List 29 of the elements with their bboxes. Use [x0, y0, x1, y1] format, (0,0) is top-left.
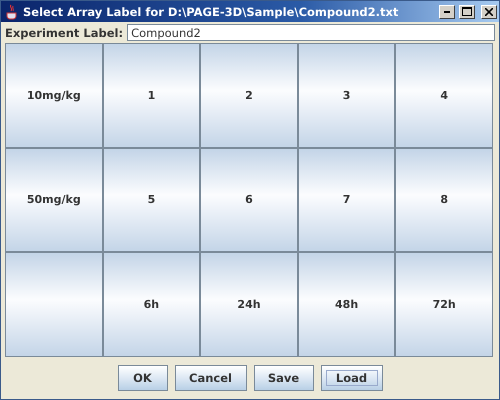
- grid-cell[interactable]: 4: [396, 44, 492, 147]
- field-label: Experiment Label:: [5, 26, 124, 40]
- coffee-cup-icon: [5, 4, 19, 20]
- grid-cell[interactable]: 3: [298, 44, 394, 147]
- grid-cell[interactable]: [6, 253, 102, 356]
- grid-cell[interactable]: 6: [201, 148, 297, 252]
- grid-cell[interactable]: 7: [298, 148, 394, 252]
- dialog-button[interactable]: Cancel: [174, 365, 246, 391]
- dialog-button[interactable]: Load: [320, 365, 382, 391]
- grid-cell[interactable]: 10mg/kg: [6, 44, 102, 147]
- maximize-icon: [462, 7, 472, 16]
- grid-cell[interactable]: 2: [201, 44, 297, 147]
- grid-cell[interactable]: 5: [104, 148, 200, 252]
- grid-cell[interactable]: 8: [396, 148, 492, 252]
- grid-cell[interactable]: 24h: [201, 253, 297, 356]
- grid-cell[interactable]: 50mg/kg: [6, 148, 102, 252]
- close-icon: [485, 8, 493, 16]
- close-button[interactable]: [481, 4, 497, 18]
- window-title: Select Array Label for D:\PAGE-3D\Sample\Compound2.txt: [23, 4, 400, 18]
- input-field[interactable]: Compound2: [127, 24, 495, 41]
- dialog-button[interactable]: Save: [254, 365, 314, 391]
- grid-cell[interactable]: 72h: [396, 253, 492, 356]
- minimize-icon: [444, 10, 450, 12]
- maximize-button[interactable]: [459, 4, 475, 18]
- grid-cell[interactable]: 6h: [104, 253, 200, 356]
- grid-cell[interactable]: 48h: [298, 253, 394, 356]
- dialog-button[interactable]: OK: [118, 365, 168, 391]
- grid-cell[interactable]: 1: [104, 44, 200, 147]
- minimize-button[interactable]: [439, 4, 455, 18]
